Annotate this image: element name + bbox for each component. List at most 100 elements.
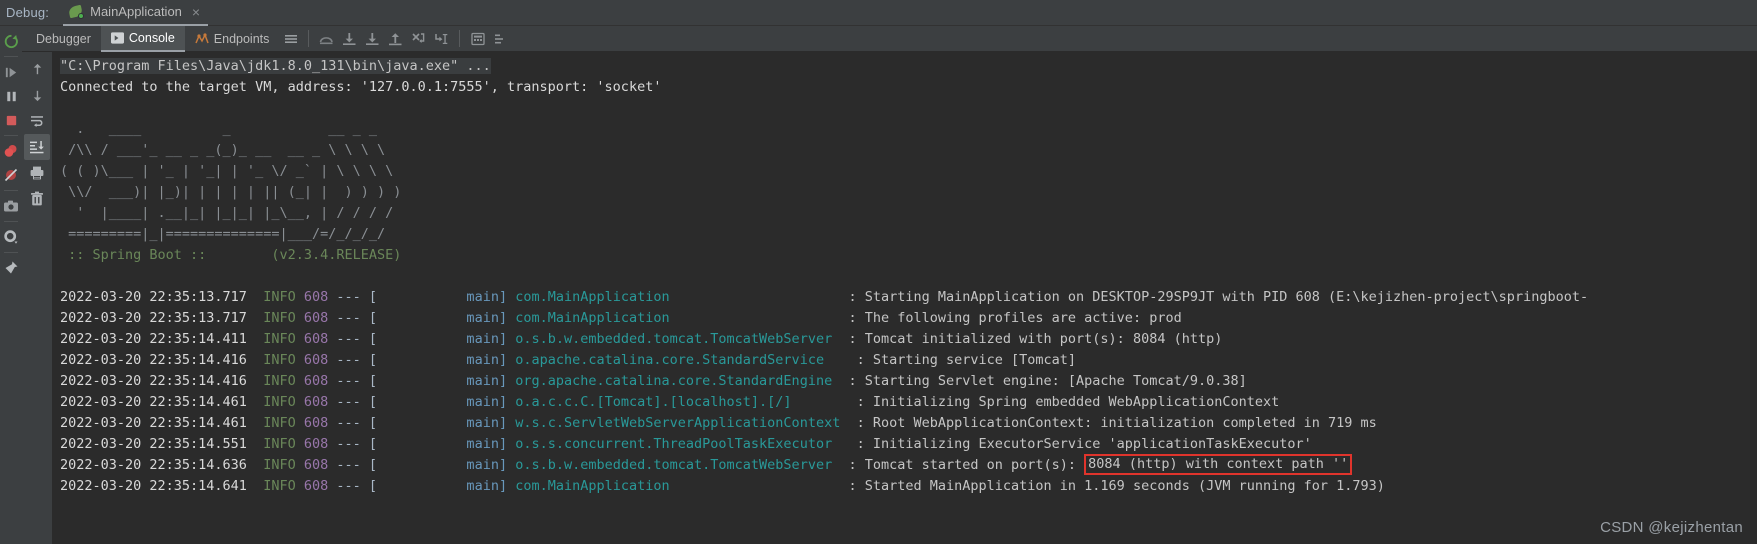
log-timestamp: 2022-03-20 22:35:14.416: [60, 373, 247, 389]
log-thread: main]: [377, 289, 508, 305]
log-pid: 608: [303, 289, 329, 305]
log-thread: main]: [377, 373, 508, 389]
endpoints-tab-label: Endpoints: [213, 31, 270, 46]
log-pid: 608: [303, 436, 329, 452]
log-separator: --- [: [336, 331, 378, 347]
log-message: : Starting Servlet engine: [Apache Tomca…: [848, 373, 1247, 389]
mute-breakpoints-button[interactable]: [0, 163, 22, 187]
run-configuration-tab[interactable]: MainApplication ×: [63, 0, 209, 26]
pause-program-button[interactable]: [0, 84, 22, 108]
resume-program-button[interactable]: [0, 60, 22, 84]
log-level: INFO: [263, 331, 296, 347]
log-pid: 608: [303, 352, 329, 368]
log-separator: --- [: [336, 415, 378, 431]
banner-line: ' |____| .__|_| |_|_| |_\__, | / / / /: [60, 205, 394, 221]
log-logger: o.s.s.concurrent.ThreadPoolTaskExecutor: [515, 436, 833, 452]
log-timestamp: 2022-03-20 22:35:14.551: [60, 436, 247, 452]
view-breakpoints-button[interactable]: [0, 139, 22, 163]
log-separator: --- [: [336, 373, 378, 389]
log-message: : Tomcat started on port(s):: [848, 457, 1085, 473]
watermark: CSDN @kejizhentan: [1600, 519, 1743, 536]
log-spacer: [247, 310, 263, 326]
log-logger: org.apache.catalina.core.StandardEngine: [515, 373, 833, 389]
log-level: INFO: [263, 373, 296, 389]
console-log-line: 2022-03-20 22:35:14.416 INFO 608 --- [ m…: [60, 371, 1757, 392]
console-blank-line-2: [60, 266, 1757, 287]
log-message: : Root WebApplicationContext: initializa…: [856, 415, 1377, 431]
log-level: INFO: [263, 310, 296, 326]
console-log-line: 2022-03-20 22:35:14.461 INFO 608 --- [ m…: [60, 392, 1757, 413]
log-logger: o.a.c.c.C.[Tomcat].[localhost].[/]: [515, 394, 792, 410]
log-logger: o.s.b.w.embedded.tomcat.TomcatWebServer: [515, 331, 833, 347]
log-logger-pad: [832, 457, 848, 473]
log-separator: --- [: [336, 394, 378, 410]
log-spacer: [296, 394, 304, 410]
log-pid: 608: [303, 373, 329, 389]
stop-button[interactable]: [0, 108, 22, 132]
tab-console[interactable]: Console: [100, 25, 185, 52]
step-into-icon[interactable]: [338, 27, 361, 50]
step-over-icon[interactable]: [315, 27, 338, 50]
log-level: INFO: [263, 457, 296, 473]
log-logger: com.MainApplication: [515, 310, 670, 326]
log-spacer: [296, 310, 304, 326]
scroll-down-button[interactable]: [24, 82, 50, 108]
log-pid: 608: [303, 310, 329, 326]
tab-endpoints[interactable]: Endpoints: [185, 26, 280, 52]
pin-tab-button[interactable]: [0, 256, 22, 280]
force-step-into-icon[interactable]: [361, 27, 384, 50]
log-spacer: [247, 352, 263, 368]
scroll-up-button[interactable]: [24, 56, 50, 82]
threads-frames-icon[interactable]: [489, 27, 512, 50]
log-level: INFO: [263, 289, 296, 305]
log-spacer: [296, 415, 304, 431]
log-spacer: [507, 373, 515, 389]
log-timestamp: 2022-03-20 22:35:14.411: [60, 331, 247, 347]
tab-debugger[interactable]: Debugger: [26, 26, 101, 52]
banner-line: \\/ ___)| |_)| | | | | || (_| | ) ) ) ): [60, 184, 402, 200]
banner-line: . ____ _ __ _ _: [60, 121, 377, 137]
log-pid: 608: [303, 331, 329, 347]
log-level: INFO: [263, 478, 296, 494]
rail-divider: [4, 135, 18, 136]
rerun-button[interactable]: [0, 29, 22, 53]
debug-subtoolbar: Debugger Console Endpoints: [22, 25, 1757, 52]
log-logger-pad: [670, 289, 849, 305]
log-pid: 608: [303, 394, 329, 410]
layout-settings-icon[interactable]: [279, 27, 302, 50]
drop-frame-icon[interactable]: [407, 27, 430, 50]
print-button[interactable]: [24, 160, 50, 186]
log-spacer: [296, 478, 304, 494]
clear-all-button[interactable]: [24, 186, 50, 212]
log-logger-pad: [670, 478, 849, 494]
log-message: : Starting MainApplication on DESKTOP-29…: [848, 289, 1589, 305]
debug-tool-window: Debug: MainApplication × Debugger Consol…: [0, 0, 1757, 544]
settings-button[interactable]: [0, 225, 22, 249]
toolbar-divider: [308, 30, 310, 47]
log-logger-pad: [832, 331, 848, 347]
log-spacer: [247, 394, 263, 410]
console-log-line: 2022-03-20 22:35:14.641 INFO 608 --- [ m…: [60, 476, 1757, 497]
log-spacer: [507, 394, 515, 410]
log-logger-pad: [824, 352, 857, 368]
soft-wrap-button[interactable]: [24, 108, 50, 134]
console-log-line: 2022-03-20 22:35:13.717 INFO 608 --- [ m…: [60, 308, 1757, 329]
console-output[interactable]: "C:\Program Files\Java\jdk1.8.0_131\bin\…: [52, 52, 1757, 544]
log-logger-pad: [670, 310, 849, 326]
log-spacer: [247, 478, 263, 494]
log-logger-pad: [832, 373, 848, 389]
log-timestamp: 2022-03-20 22:35:14.461: [60, 394, 247, 410]
evaluate-expression-icon[interactable]: [466, 27, 489, 50]
console-actions-rail: [22, 52, 52, 544]
step-out-icon[interactable]: [384, 27, 407, 50]
console-log-line: 2022-03-20 22:35:13.717 INFO 608 --- [ m…: [60, 287, 1757, 308]
scroll-to-end-button[interactable]: [24, 134, 50, 160]
log-level: INFO: [263, 394, 296, 410]
console-connected-line: Connected to the target VM, address: '12…: [60, 79, 662, 95]
screenshot-button[interactable]: [0, 194, 22, 218]
run-to-cursor-icon[interactable]: [430, 27, 453, 50]
spring-boot-version: (v2.3.4.RELEASE): [214, 247, 402, 263]
close-icon[interactable]: ×: [192, 5, 200, 19]
log-message: : The following profiles are active: pro…: [848, 310, 1182, 326]
log-thread: main]: [377, 478, 508, 494]
